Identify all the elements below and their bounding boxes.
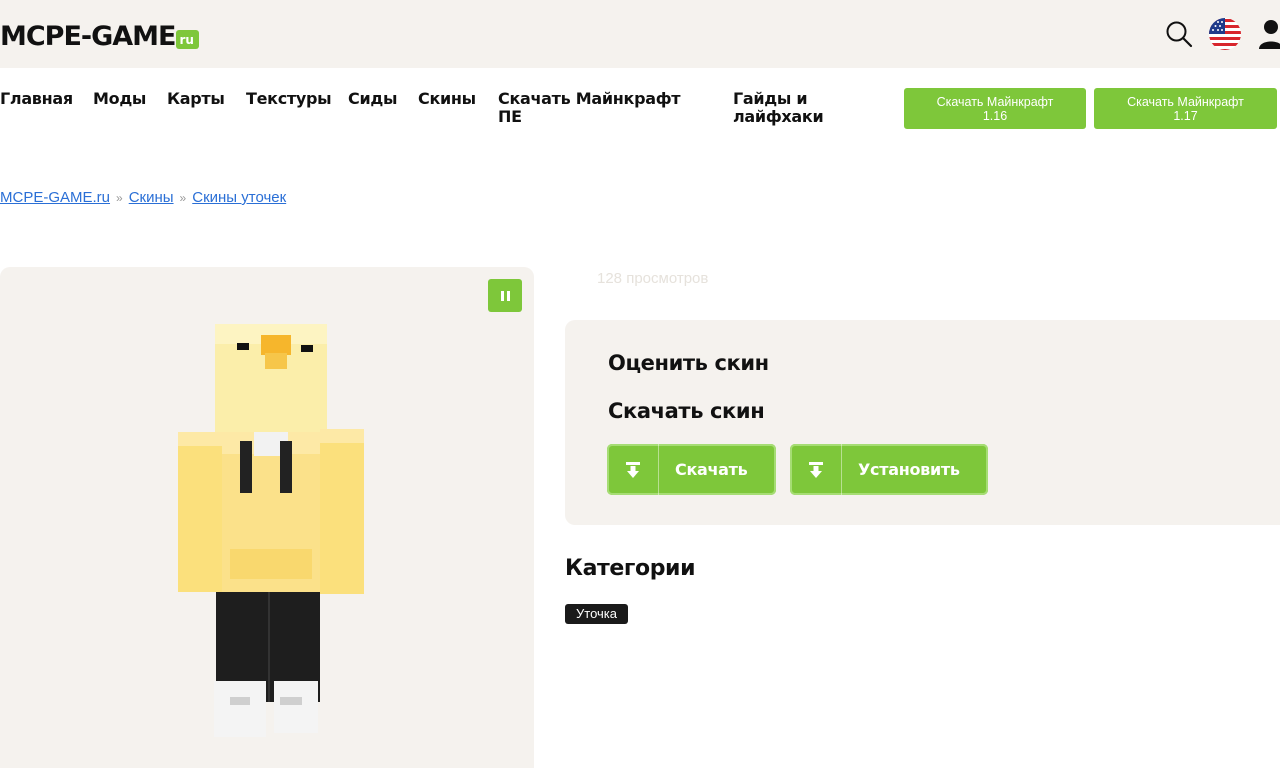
download-button-label: Скачать Майнкрафт bbox=[936, 94, 1054, 109]
skin-preview[interactable] bbox=[0, 267, 534, 768]
install-icon bbox=[790, 444, 842, 495]
download-button-version: 1.17 bbox=[1173, 108, 1198, 123]
install-skin-button[interactable]: Установить bbox=[790, 444, 988, 495]
flag-us-icon[interactable] bbox=[1208, 17, 1242, 51]
nav-item-textures[interactable]: Текстуры bbox=[246, 90, 332, 108]
logo-tld: ru bbox=[175, 30, 199, 49]
breadcrumb-separator: » bbox=[116, 190, 123, 205]
views-count: 128 просмотров bbox=[597, 270, 709, 287]
search-icon[interactable] bbox=[1164, 19, 1194, 49]
main-nav: Главная Моды Карты Текстуры Сиды Скины С… bbox=[0, 88, 1280, 138]
category-tag-duck[interactable]: Уточка bbox=[565, 604, 628, 624]
nav-item-home[interactable]: Главная bbox=[0, 90, 73, 108]
site-logo[interactable]: MCPE-GAME ru bbox=[0, 18, 199, 52]
nav-item-maps[interactable]: Карты bbox=[167, 90, 225, 108]
breadcrumb-home[interactable]: MCPE-GAME.ru bbox=[0, 189, 110, 206]
breadcrumb-separator: » bbox=[179, 190, 187, 205]
pause-icon bbox=[500, 290, 504, 301]
breadcrumb: MCPE-GAME.ru » Скины » Скины уточек bbox=[0, 189, 286, 206]
categories-title: Категории bbox=[565, 556, 696, 581]
rate-skin-title: Оценить скин bbox=[608, 351, 769, 375]
site-header: MCPE-GAME ru bbox=[0, 0, 1280, 68]
download-icon bbox=[607, 444, 659, 495]
breadcrumb-duck-skins[interactable]: Скины уточек bbox=[192, 189, 286, 206]
download-button-version: 1.16 bbox=[982, 108, 1008, 123]
skin-actions-panel: Оценить скин Скачать скин Скачать Устано… bbox=[565, 320, 1280, 525]
logo-text: MCPE-GAME bbox=[0, 21, 176, 52]
skin-model-image bbox=[178, 324, 364, 737]
download-skin-title: Скачать скин bbox=[608, 399, 765, 423]
download-button-label: Скачать Майнкрафт bbox=[1127, 94, 1244, 109]
download-minecraft-116-button[interactable]: Скачать Майнкрафт 1.16 bbox=[904, 88, 1086, 129]
install-label: Установить bbox=[858, 460, 960, 479]
user-icon[interactable] bbox=[1258, 18, 1280, 50]
pause-button[interactable] bbox=[488, 279, 522, 312]
header-icons bbox=[1164, 16, 1280, 52]
nav-item-seeds[interactable]: Сиды bbox=[348, 90, 397, 108]
nav-item-download-mcpe[interactable]: Скачать Майнкрафт ПЕ bbox=[498, 90, 703, 126]
download-skin-button[interactable]: Скачать bbox=[607, 444, 776, 495]
nav-item-mods[interactable]: Моды bbox=[93, 90, 146, 108]
nav-item-guides[interactable]: Гайды и лайфхаки bbox=[733, 90, 843, 126]
download-label: Скачать bbox=[675, 460, 748, 479]
breadcrumb-skins[interactable]: Скины bbox=[129, 189, 174, 206]
nav-item-skins[interactable]: Скины bbox=[418, 90, 476, 108]
download-minecraft-117-button[interactable]: Скачать Майнкрафт 1.17 bbox=[1094, 88, 1277, 129]
